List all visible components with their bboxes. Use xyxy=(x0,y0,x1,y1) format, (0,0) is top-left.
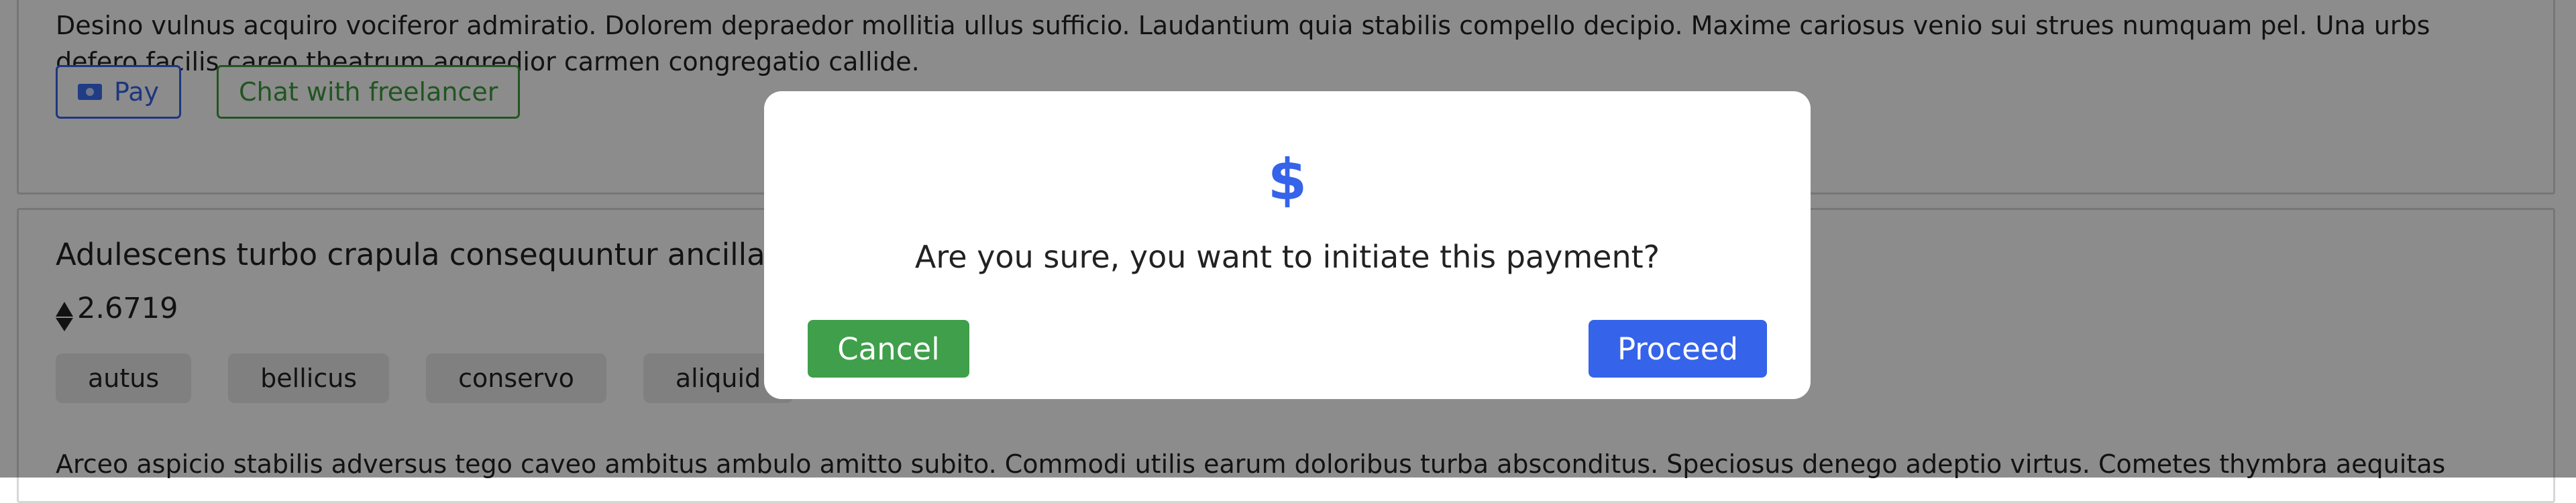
dollar-icon: $ xyxy=(1267,147,1307,213)
confirm-question: Are you sure, you want to initiate this … xyxy=(914,239,1660,275)
page: Desino vulnus acquiro vociferor admirati… xyxy=(0,0,2576,503)
proceed-button[interactable]: Proceed xyxy=(1589,320,1767,378)
cancel-button[interactable]: Cancel xyxy=(808,320,969,378)
payment-confirm-dialog: $ Are you sure, you want to initiate thi… xyxy=(764,91,1811,399)
